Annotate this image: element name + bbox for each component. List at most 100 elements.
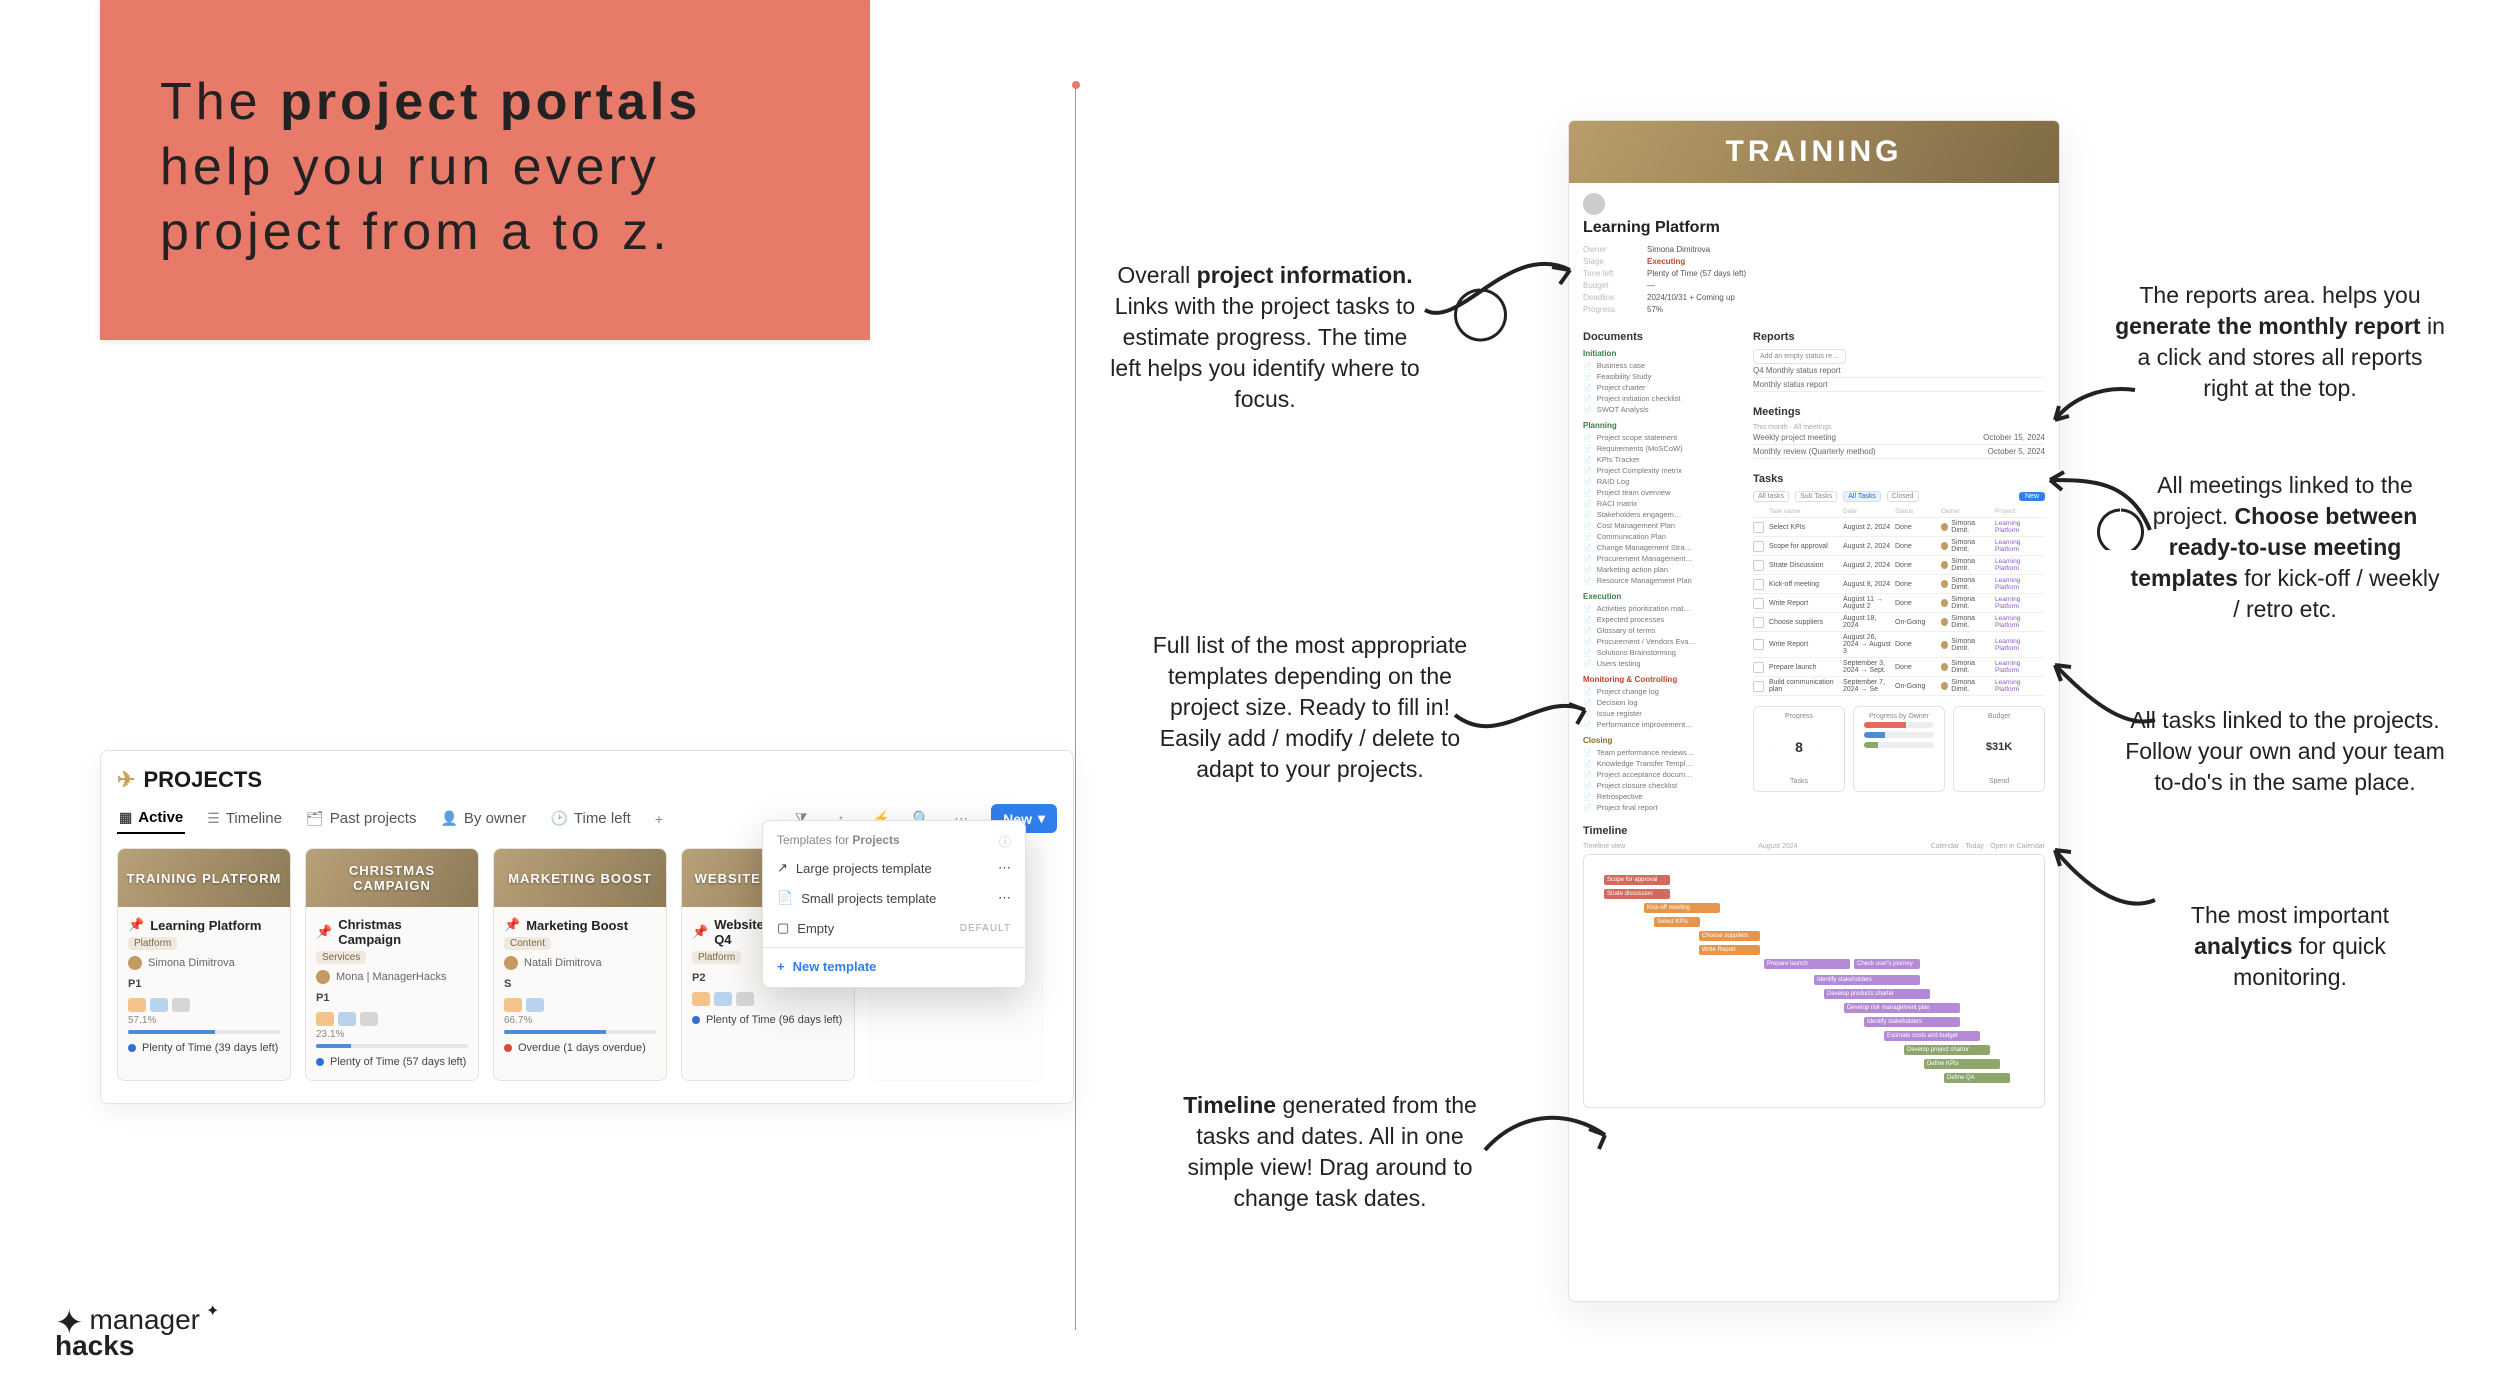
- ann-analytics: The most important analytics for quick m…: [2140, 900, 2440, 993]
- doc-item[interactable]: Procurement / Vendors Eva…: [1583, 636, 1743, 647]
- project-card[interactable]: TRAINING PLATFORM 📌Learning Platform Pla…: [117, 848, 291, 1081]
- report-row[interactable]: Monthly status report: [1753, 378, 2045, 392]
- table-row[interactable]: Prepare launchSeptember 3, 2024 → Sept.D…: [1753, 658, 2045, 677]
- tab-active[interactable]: ▦Active: [117, 803, 185, 834]
- tab-byowner[interactable]: 👤By owner: [438, 804, 528, 833]
- project-portal: TRAINING Learning Platform OwnerSimona D…: [1568, 120, 2060, 1302]
- table-row[interactable]: Select KPIsAugust 2, 2024DoneSimona Dimi…: [1753, 518, 2045, 537]
- table-row[interactable]: Write ReportAugust 11 → August 2DoneSimo…: [1753, 594, 2045, 613]
- add-report-button[interactable]: Add an empty status re…: [1753, 349, 1846, 364]
- doc-item[interactable]: Project scope statement: [1583, 432, 1743, 443]
- task-new-button[interactable]: New: [2019, 492, 2045, 501]
- doc-item[interactable]: Project Complexity metrix: [1583, 465, 1743, 476]
- doc-item[interactable]: Communication Plan: [1583, 531, 1743, 542]
- doc-item[interactable]: Expected processes: [1583, 614, 1743, 625]
- doc-item[interactable]: Stakeholders engagem…: [1583, 509, 1743, 520]
- vertical-divider: [1075, 85, 1076, 1330]
- checkbox[interactable]: [1753, 662, 1764, 673]
- tl-view[interactable]: Timeline view: [1583, 843, 1625, 850]
- meeting-row[interactable]: Monthly review (Quarterly method)October…: [1753, 445, 2045, 459]
- badge-icon: [128, 998, 146, 1012]
- chevron-down-icon: ▾: [1038, 810, 1045, 827]
- project-card[interactable]: CHRISTMAS CAMPAIGN 📌Christmas Campaign S…: [305, 848, 479, 1081]
- report-row[interactable]: Q4 Monthly status report: [1753, 364, 2045, 378]
- doc-item[interactable]: RACI matrix: [1583, 498, 1743, 509]
- tl-open[interactable]: Open in Calendar: [1990, 843, 2045, 850]
- doc-item[interactable]: Users testing: [1583, 658, 1743, 669]
- task-filter[interactable]: All Tasks: [1843, 491, 1881, 502]
- table-row[interactable]: Write ReportAugust 26, 2024 → August 3Do…: [1753, 632, 2045, 658]
- doc-item[interactable]: Cost Management Plan: [1583, 520, 1743, 531]
- doc-item[interactable]: Team performance reviews…: [1583, 747, 1743, 758]
- hero-line1b: project portals: [280, 73, 701, 131]
- task-filter[interactable]: All tasks: [1753, 491, 1789, 502]
- doc-item[interactable]: Activities prioritization mat…: [1583, 603, 1743, 614]
- tab-past[interactable]: 🗂Past projects: [304, 804, 419, 833]
- table-row[interactable]: Build communication planSeptember 7, 202…: [1753, 677, 2045, 696]
- phase-execution: Execution: [1583, 592, 1743, 601]
- doc-item[interactable]: Business case: [1583, 360, 1743, 371]
- doc-item[interactable]: Project charter: [1583, 382, 1743, 393]
- meetings-filter[interactable]: This month: [1753, 424, 1788, 431]
- doc-item[interactable]: Decision log: [1583, 697, 1743, 708]
- task-filter[interactable]: Sub Tasks: [1795, 491, 1837, 502]
- doc-item[interactable]: Issue register: [1583, 708, 1743, 719]
- meta-val: Executing: [1647, 257, 1685, 266]
- doc-item[interactable]: Resource Management Plan: [1583, 575, 1743, 586]
- checkbox[interactable]: [1753, 560, 1764, 571]
- meetings-count[interactable]: All meetings: [1793, 424, 1831, 431]
- doc-item[interactable]: Project change log: [1583, 686, 1743, 697]
- doc-item[interactable]: Knowledge Transfer Templ…: [1583, 758, 1743, 769]
- doc-item[interactable]: SWOT Analysis: [1583, 404, 1743, 415]
- doc-item[interactable]: KPIs Tracker: [1583, 454, 1743, 465]
- meta-val: Simona Dimitrova: [1647, 245, 1710, 254]
- portal-title: Learning Platform: [1583, 219, 2045, 237]
- timeline-chart[interactable]: Scope for approval Strate discussion Kic…: [1583, 854, 2045, 1108]
- table-row[interactable]: Strate DiscussionAugust 2, 2024DoneSimon…: [1753, 556, 2045, 575]
- tl-calendar[interactable]: Calendar: [1931, 843, 1959, 850]
- tab-add[interactable]: +: [653, 805, 665, 833]
- table-row[interactable]: Choose suppliersAugust 18, 2024On-GoingS…: [1753, 613, 2045, 632]
- doc-item[interactable]: Project closure checklist: [1583, 780, 1743, 791]
- tl-today[interactable]: Today: [1965, 843, 1984, 850]
- doc-item[interactable]: Marketing action plan: [1583, 564, 1743, 575]
- checkbox[interactable]: [1753, 522, 1764, 533]
- tab-timeline[interactable]: ☰Timeline: [205, 804, 284, 833]
- table-row[interactable]: Kick-off meetingAugust 8, 2024DoneSimona…: [1753, 575, 2045, 594]
- checkbox[interactable]: [1753, 598, 1764, 609]
- doc-item[interactable]: Feasibility Study: [1583, 371, 1743, 382]
- doc-item[interactable]: RAID Log: [1583, 476, 1743, 487]
- checkbox[interactable]: [1753, 639, 1764, 650]
- doc-item[interactable]: Performance improvement…: [1583, 719, 1743, 730]
- tab-timeline-lbl: Timeline: [226, 810, 282, 827]
- tpl-new[interactable]: +New template: [763, 952, 1025, 981]
- doc-item[interactable]: Solutions Brainstorming: [1583, 647, 1743, 658]
- doc-item[interactable]: Procurement Management…: [1583, 553, 1743, 564]
- info-icon[interactable]: ⓘ: [999, 833, 1011, 850]
- more-icon[interactable]: ⋯: [998, 890, 1011, 906]
- project-card[interactable]: MARKETING BOOST 📌Marketing Boost Content…: [493, 848, 667, 1081]
- doc-item[interactable]: Project final report: [1583, 802, 1743, 813]
- doc-item[interactable]: Requirements (MoSCoW): [1583, 443, 1743, 454]
- doc-item[interactable]: Project initiation checklist: [1583, 393, 1743, 404]
- doc-item[interactable]: Project acceptance docum…: [1583, 769, 1743, 780]
- table-header: Task nameDateStatusOwnerProject: [1753, 506, 2045, 518]
- table-row[interactable]: Scope for approvalAugust 2, 2024DoneSimo…: [1753, 537, 2045, 556]
- more-icon[interactable]: ⋯: [998, 860, 1011, 876]
- doc-item[interactable]: Change Management Stra…: [1583, 542, 1743, 553]
- tab-timeleft[interactable]: 🕑Time left: [548, 804, 632, 833]
- tpl-large[interactable]: ↗Large projects template⋯: [763, 853, 1025, 883]
- task-filter[interactable]: Closed: [1887, 491, 1919, 502]
- doc-item[interactable]: Glossary of terms: [1583, 625, 1743, 636]
- checkbox[interactable]: [1753, 579, 1764, 590]
- checkbox[interactable]: [1753, 617, 1764, 628]
- meeting-row[interactable]: Weekly project meetingOctober 15, 2024: [1753, 431, 2045, 445]
- checkbox[interactable]: [1753, 681, 1764, 692]
- doc-item[interactable]: Retrospective: [1583, 791, 1743, 802]
- card-priority: P1: [128, 978, 280, 990]
- doc-item[interactable]: Project team overview: [1583, 487, 1743, 498]
- tpl-empty[interactable]: ▢EmptyDEFAULT: [763, 913, 1025, 943]
- checkbox[interactable]: [1753, 541, 1764, 552]
- tpl-small[interactable]: 📄Small projects template⋯: [763, 883, 1025, 913]
- card-owner: Simona Dimitrova: [148, 957, 235, 969]
